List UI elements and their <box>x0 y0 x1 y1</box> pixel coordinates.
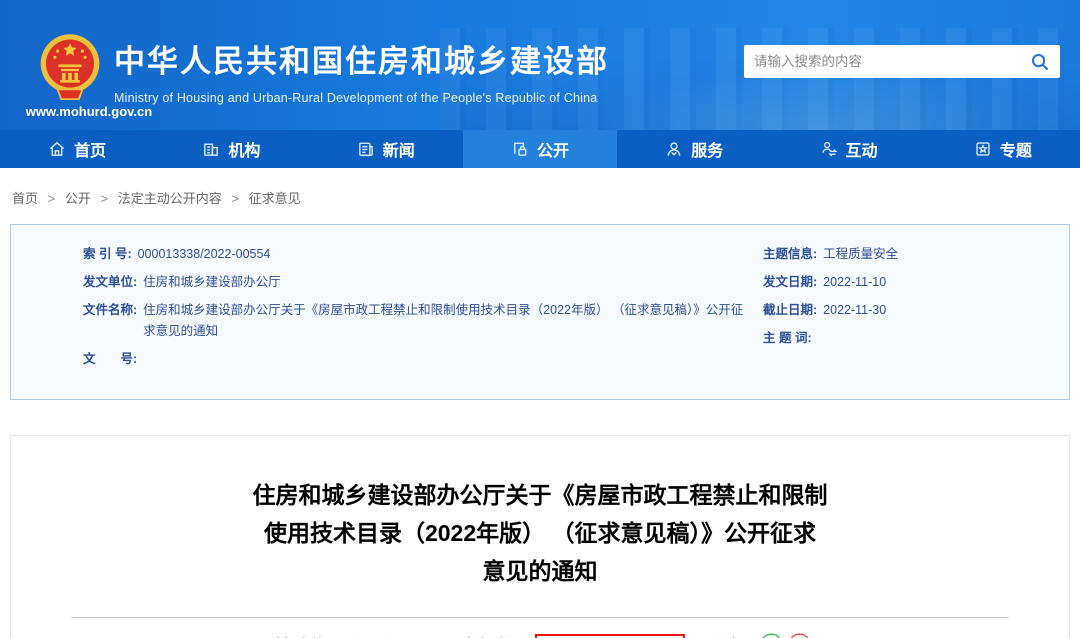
nav-tab-home[interactable]: 首页 <box>0 130 154 168</box>
article-card: 住房和城乡建设部办公厅关于《房屋市政工程禁止和限制 使用技术目录（2022年版）… <box>10 435 1070 638</box>
info-value <box>818 328 1069 349</box>
info-label: 发文单位: <box>83 272 137 293</box>
info-value: 工程质量安全 <box>823 244 1069 265</box>
info-value: 住房和城乡建设部办公厅 <box>143 272 763 293</box>
breadcrumb-disclosure[interactable]: 公开 <box>65 191 91 206</box>
publish-time-highlight: 2022-11-15 15:52:46 <box>535 634 685 638</box>
search-icon[interactable] <box>1030 52 1050 72</box>
nav-tab-topic[interactable]: 专题 <box>926 130 1080 168</box>
weibo-share-icon[interactable] <box>788 633 811 638</box>
info-value: 000013338/2022-00554 <box>138 244 763 265</box>
breadcrumb-separator: > <box>231 191 239 206</box>
nav-tab-label: 机构 <box>228 137 260 161</box>
breadcrumb: 首页 > 公开 > 法定主动公开内容 > 征求意见 <box>0 168 1080 224</box>
info-label: 文 号: <box>83 349 137 370</box>
nav-tab-org[interactable]: 机构 <box>154 130 308 168</box>
disclosure-icon <box>511 140 529 158</box>
main-nav: 首页 机构 新闻 公开 <box>0 130 1080 168</box>
search-input[interactable] <box>754 54 1030 69</box>
share-group: 分享： <box>713 633 811 638</box>
news-icon <box>357 140 375 158</box>
font-size-medium-button[interactable]: 中 <box>380 635 394 638</box>
page-title-line: 住房和城乡建设部办公厅关于《房屋市政工程禁止和限制 <box>220 476 860 514</box>
national-emblem-logo <box>38 30 102 111</box>
interaction-icon <box>820 140 838 158</box>
info-right-column: 主题信息: 工程质量安全 发文日期: 2022-11-10 截止日期: 2022… <box>763 237 1069 383</box>
nav-tab-label: 服务 <box>691 137 723 161</box>
search-box <box>744 45 1060 78</box>
breadcrumb-home[interactable]: 首页 <box>12 191 38 206</box>
info-label: 索 引 号: <box>83 244 132 265</box>
nav-tab-disclosure[interactable]: 公开 <box>463 130 617 168</box>
nav-tab-label: 互动 <box>846 137 878 161</box>
nav-tab-interaction[interactable]: 互动 <box>771 130 925 168</box>
info-value: 2022-11-10 <box>823 272 1069 293</box>
font-select-label: 选择字体： <box>269 635 339 638</box>
site-title: 中华人民共和国住房和城乡建设部 <box>114 36 609 81</box>
building-icon <box>202 140 220 158</box>
info-value: 2022-11-30 <box>823 300 1069 321</box>
breadcrumb-statutory-disclosure[interactable]: 法定主动公开内容 <box>118 191 222 206</box>
site-domain: www.mohurd.gov.cn <box>14 104 164 119</box>
document-info-panel: 索 引 号: 000013338/2022-00554 发文单位: 住房和城乡建… <box>10 224 1070 400</box>
nav-tab-news[interactable]: 新闻 <box>309 130 463 168</box>
topic-icon <box>974 140 992 158</box>
info-label: 主题信息: <box>763 244 817 265</box>
font-size-large-button[interactable]: 大 <box>349 635 363 638</box>
info-row-deadline-date: 截止日期: 2022-11-30 <box>763 300 1069 321</box>
font-size-small-button[interactable]: 小 <box>410 635 424 638</box>
info-row-issue-date: 发文日期: 2022-11-10 <box>763 272 1069 293</box>
site-header: www.mohurd.gov.cn 中华人民共和国住房和城乡建设部 Minist… <box>0 0 1080 130</box>
wechat-share-icon[interactable] <box>760 633 783 638</box>
info-label: 截止日期: <box>763 300 817 321</box>
info-row-subject-info: 主题信息: 工程质量安全 <box>763 244 1069 265</box>
breadcrumb-separator: > <box>48 191 56 206</box>
info-row-issuing-unit: 发文单位: 住房和城乡建设部办公厅 <box>83 272 763 293</box>
publish-time-label: 发布时间： <box>462 635 532 638</box>
info-value <box>143 349 763 370</box>
info-value: 住房和城乡建设部办公厅关于《房屋市政工程禁止和限制使用技术目录（2022年版） … <box>143 300 763 342</box>
info-row-document-name: 文件名称: 住房和城乡建设部办公厅关于《房屋市政工程禁止和限制使用技术目录（20… <box>83 300 763 342</box>
nav-tab-label: 首页 <box>74 137 106 161</box>
info-label: 发文日期: <box>763 272 817 293</box>
page-title: 住房和城乡建设部办公厅关于《房屋市政工程禁止和限制 使用技术目录（2022年版）… <box>220 476 860 590</box>
info-row-index-number: 索 引 号: 000013338/2022-00554 <box>83 244 763 265</box>
page-title-line: 意见的通知 <box>220 552 860 590</box>
publish-time-group: 发布时间： 2022-11-15 15:52:46 <box>462 634 685 638</box>
nav-tab-service[interactable]: 服务 <box>617 130 771 168</box>
info-row-document-number: 文 号: <box>83 349 763 370</box>
article-meta-bar: 选择字体： [ 大 - 中 - 小 ] 发布时间： 2022-11-15 15:… <box>11 633 1069 638</box>
service-icon <box>665 140 683 158</box>
breadcrumb-current: 征求意见 <box>249 191 301 206</box>
info-label: 文件名称: <box>83 300 137 342</box>
title-divider <box>71 617 1009 618</box>
share-label: 分享： <box>713 635 755 638</box>
breadcrumb-separator: > <box>101 191 109 206</box>
info-row-keywords: 主 题 词: <box>763 328 1069 349</box>
nav-tab-label: 专题 <box>1000 137 1032 161</box>
nav-tab-label: 新闻 <box>383 137 415 161</box>
info-left-column: 索 引 号: 000013338/2022-00554 发文单位: 住房和城乡建… <box>11 237 763 383</box>
info-label: 主 题 词: <box>763 328 812 349</box>
site-subtitle: Ministry of Housing and Urban-Rural Deve… <box>114 91 609 105</box>
home-icon <box>48 140 66 158</box>
nav-tab-label: 公开 <box>537 137 569 161</box>
page-title-line: 使用技术目录（2022年版） （征求意见稿）》公开征求 <box>220 514 860 552</box>
